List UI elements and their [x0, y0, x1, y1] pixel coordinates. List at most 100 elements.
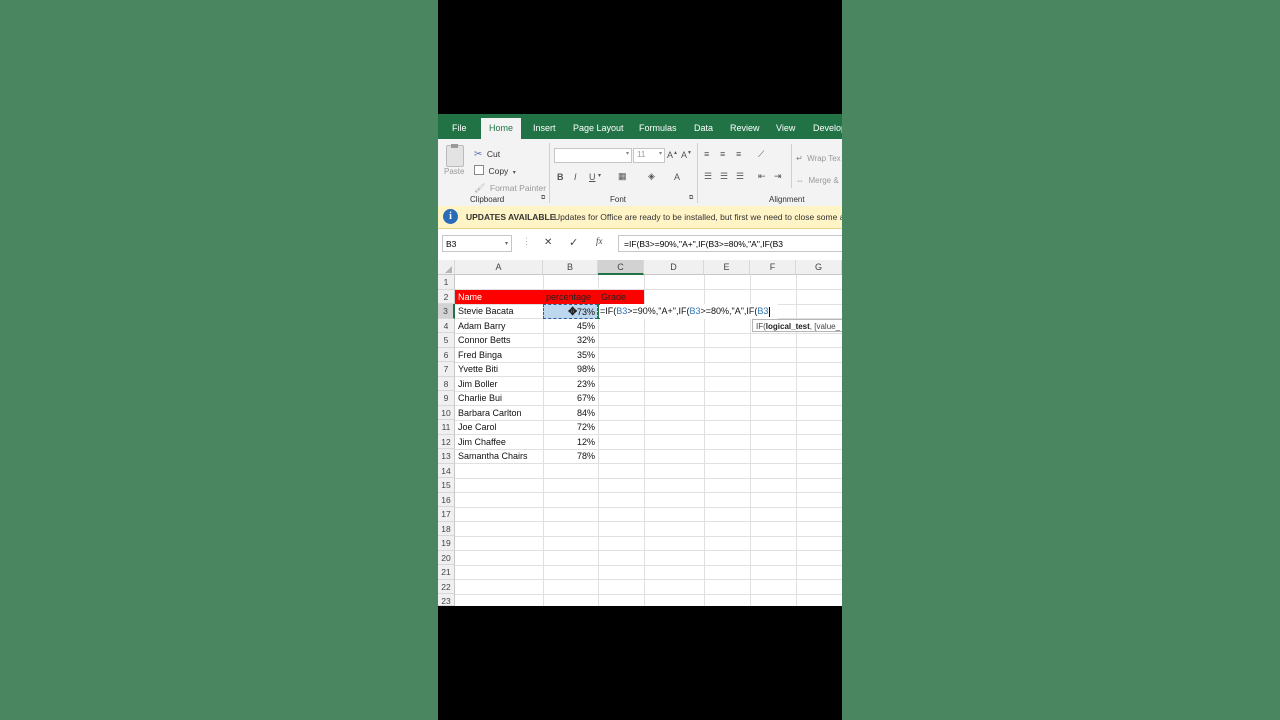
row-header[interactable]: 7	[438, 362, 455, 377]
name-cell[interactable]: Charlie Bui	[458, 391, 542, 406]
percentage-cell[interactable]: 32%	[543, 333, 597, 348]
cut-button[interactable]: ✂ Cut	[474, 144, 500, 162]
font-name-select[interactable]: ▾	[554, 148, 632, 163]
in-cell-formula-editor[interactable]: =IF(B3>=90%,"A+",IF(B3>=80%,"A",IF(B3	[600, 304, 778, 319]
row-header[interactable]: 6	[438, 347, 455, 362]
tab-page-layout[interactable]: Page Layout	[573, 114, 624, 139]
align-right-icon[interactable]: ☰	[736, 171, 744, 182]
percentage-cell[interactable]: 98%	[543, 362, 597, 377]
row-header[interactable]: 4	[438, 318, 455, 333]
align-left-icon[interactable]: ☰	[704, 171, 712, 182]
bold-button[interactable]: B	[557, 172, 564, 182]
tab-insert[interactable]: Insert	[533, 114, 556, 139]
clipboard-dialog-launcher-icon[interactable]: ⧉	[541, 195, 545, 202]
row-header[interactable]: 17	[438, 507, 455, 522]
excel-window: File Home Insert Page Layout Formulas Da…	[438, 114, 842, 606]
select-all-corner[interactable]	[438, 260, 455, 275]
percentage-cell[interactable]: 78%	[543, 449, 597, 464]
column-header-b[interactable]: B	[543, 260, 598, 275]
row-header[interactable]: 16	[438, 492, 455, 507]
column-header-g[interactable]: G	[796, 260, 842, 275]
name-cell[interactable]: Barbara Carlton	[458, 406, 542, 421]
row-header[interactable]: 15	[438, 478, 455, 493]
orientation-icon[interactable]: ⟋	[758, 149, 764, 160]
font-dialog-launcher-icon[interactable]: ⧉	[689, 195, 693, 202]
row-header[interactable]: 2	[438, 289, 455, 304]
row-header[interactable]: 1	[438, 275, 455, 290]
decrease-indent-icon[interactable]: ⇤	[758, 171, 766, 182]
column-header-a[interactable]: A	[455, 260, 543, 275]
format-painter-button[interactable]: 🖌 Format Painter	[474, 178, 546, 196]
cancel-button[interactable]: ✕	[544, 237, 552, 248]
name-cell[interactable]: Jim Chaffee	[458, 435, 542, 450]
wrap-text-button[interactable]: ↵ Wrap Tex	[796, 148, 841, 166]
row-header[interactable]: 9	[438, 391, 455, 406]
align-middle-icon[interactable]: ≡	[720, 149, 725, 159]
row-header[interactable]: 10	[438, 405, 455, 420]
percentage-cell[interactable]: 23%	[543, 377, 597, 392]
decrease-font-icon[interactable]: A▼	[681, 150, 692, 160]
percentage-cell[interactable]: 45%	[543, 319, 597, 334]
name-cell[interactable]: Samantha Chairs	[458, 449, 542, 464]
tab-formulas[interactable]: Formulas	[639, 114, 677, 139]
row-header[interactable]: 11	[438, 420, 455, 435]
tab-review[interactable]: Review	[730, 114, 760, 139]
tab-developer[interactable]: Develop	[813, 114, 842, 139]
underline-button[interactable]: U	[589, 172, 596, 182]
column-header-e[interactable]: E	[704, 260, 750, 275]
name-cell[interactable]: Connor Betts	[458, 333, 542, 348]
name-cell[interactable]: Fred Binga	[458, 348, 542, 363]
row-header[interactable]: 13	[438, 449, 455, 464]
row-header[interactable]: 23	[438, 594, 455, 606]
fill-color-icon[interactable]: ◈	[648, 171, 655, 182]
column-header-f[interactable]: F	[750, 260, 796, 275]
row-header[interactable]: 21	[438, 565, 455, 580]
merge-center-button[interactable]: ⇔ Merge &	[796, 170, 839, 188]
font-color-icon[interactable]: A	[674, 172, 680, 182]
paste-button[interactable]: Paste	[444, 144, 466, 185]
header-name-cell[interactable]: Name	[458, 290, 542, 305]
insert-function-button[interactable]: fx	[596, 236, 603, 246]
borders-icon[interactable]: ▦	[618, 171, 627, 182]
align-top-icon[interactable]: ≡	[704, 149, 709, 159]
name-cell[interactable]: Stevie Bacata	[458, 304, 542, 319]
copy-button[interactable]: Copy ▾	[474, 161, 516, 179]
tab-file[interactable]: File	[452, 114, 467, 139]
enter-button[interactable]: ✓	[569, 236, 578, 249]
align-bottom-icon[interactable]: ≡	[736, 149, 741, 159]
column-header-c[interactable]: C	[598, 260, 644, 275]
tab-home[interactable]: Home	[481, 118, 522, 139]
tab-view[interactable]: View	[776, 114, 795, 139]
name-cell[interactable]: Jim Boller	[458, 377, 542, 392]
function-tooltip[interactable]: IF(logical_test, [value_	[752, 319, 842, 332]
name-box[interactable]: B3 ▾	[442, 235, 512, 252]
row-header[interactable]: 5	[438, 333, 455, 348]
row-header[interactable]: 14	[438, 463, 455, 478]
percentage-cell[interactable]: 67%	[543, 391, 597, 406]
increase-indent-icon[interactable]: ⇥	[774, 171, 782, 182]
increase-font-icon[interactable]: A▲	[667, 150, 678, 160]
row-header[interactable]: 22	[438, 579, 455, 594]
row-header[interactable]: 3	[438, 304, 455, 319]
header-grade-cell[interactable]: Grade	[601, 290, 643, 305]
percentage-cell[interactable]: 35%	[543, 348, 597, 363]
row-header[interactable]: 20	[438, 550, 455, 565]
row-header[interactable]: 12	[438, 434, 455, 449]
name-cell[interactable]: Adam Barry	[458, 319, 542, 334]
font-size-select[interactable]: 11 ▾	[633, 148, 665, 163]
percentage-cell[interactable]: 72%	[543, 420, 597, 435]
row-header[interactable]: 19	[438, 536, 455, 551]
tab-data[interactable]: Data	[694, 114, 713, 139]
header-percentage-cell[interactable]: percentage	[546, 290, 598, 305]
align-center-icon[interactable]: ☰	[720, 171, 728, 182]
column-header-d[interactable]: D	[644, 260, 704, 275]
row-header[interactable]: 18	[438, 521, 455, 536]
spreadsheet-grid[interactable]: A B C D E F G 1 2 3 4 5 6 7 8 9 10 11 12…	[438, 260, 842, 606]
name-cell[interactable]: Yvette Biti	[458, 362, 542, 377]
italic-button[interactable]: I	[574, 172, 577, 182]
name-cell[interactable]: Joe Carol	[458, 420, 542, 435]
percentage-cell[interactable]: 84%	[543, 406, 597, 421]
percentage-cell[interactable]: 12%	[543, 435, 597, 450]
formula-input[interactable]: =IF(B3>=90%,"A+",IF(B3>=80%,"A",IF(B3	[618, 235, 842, 252]
row-header[interactable]: 8	[438, 376, 455, 391]
